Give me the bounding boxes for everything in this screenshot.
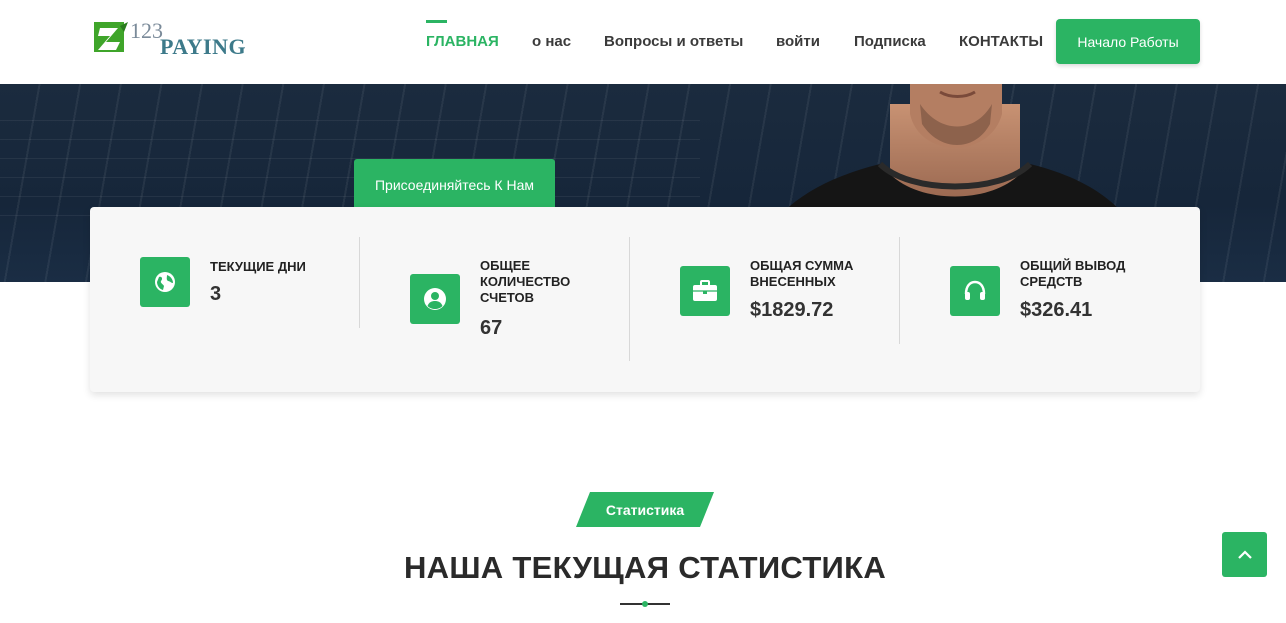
stat-label-total-withdrawn: ОБЩИЙ ВЫВОД СРЕДСТВ xyxy=(1020,258,1126,289)
globe-icon xyxy=(140,257,190,307)
stat-value-accounts: 67 xyxy=(480,317,503,339)
nav-item-faq[interactable]: Вопросы и ответы xyxy=(604,33,743,50)
stat-value-current-days: 3 xyxy=(210,283,222,305)
chevron-up-icon xyxy=(1237,549,1252,559)
logo-z-icon xyxy=(94,22,128,52)
stat-value-total-withdrawn: $326.41 xyxy=(1020,299,1093,321)
nav-item-contacts[interactable]: КОНТАКТЫ xyxy=(959,33,1043,50)
logo-name: PAYING xyxy=(160,34,247,59)
nav-item-about[interactable]: о нас xyxy=(532,33,571,50)
logo-number: 123 xyxy=(130,18,163,43)
stat-label-current-days: ТЕКУЩИЕ ДНИ xyxy=(210,259,306,274)
title-underline-dot xyxy=(642,601,648,607)
nav-item-subscription[interactable]: Подписка xyxy=(854,33,926,50)
get-started-button[interactable]: Начало Работы xyxy=(1056,19,1200,64)
nav-item-login[interactable]: войти xyxy=(776,33,820,50)
stat-label-accounts: ОБЩЕЕ КОЛИЧЕСТВО СЧЕТОВ xyxy=(480,258,571,305)
join-us-button[interactable]: Присоединяйтесь К Нам xyxy=(354,159,555,211)
user-icon xyxy=(410,274,460,324)
stats-card: ТЕКУЩИЕ ДНИ 3 ОБЩЕЕ КОЛИЧЕСТВО СЧЕТОВ 67… xyxy=(90,207,1200,392)
section-title: НАША ТЕКУЩАЯ СТАТИСТИКА xyxy=(403,550,887,585)
headset-icon xyxy=(950,266,1000,316)
stats-divider xyxy=(629,237,630,361)
stat-label-total-deposited: ОБЩАЯ СУММА ВНЕСЕННЫХ xyxy=(750,258,854,289)
briefcase-icon xyxy=(680,266,730,316)
nav-item-home[interactable]: ГЛАВНАЯ xyxy=(426,33,499,50)
site-header: 123 PAYING ГЛАВНАЯ о нас Вопросы и ответ… xyxy=(0,0,1286,84)
stat-value-total-deposited: $1829.72 xyxy=(750,299,834,321)
scroll-to-top-button[interactable] xyxy=(1222,532,1267,577)
section-badge: Статистика xyxy=(576,492,714,527)
active-nav-indicator xyxy=(426,20,447,23)
site-logo[interactable]: 123 PAYING xyxy=(92,18,262,62)
stats-divider xyxy=(359,237,360,328)
stats-divider xyxy=(899,237,900,344)
